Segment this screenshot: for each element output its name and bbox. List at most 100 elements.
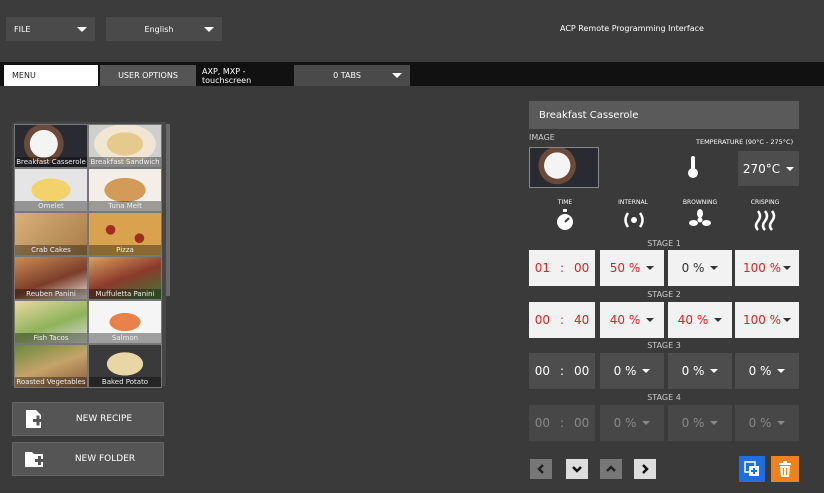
recipe-tile[interactable]: Pizza xyxy=(88,212,162,256)
language-value: English xyxy=(144,24,174,34)
stage-label: STAGE 4 xyxy=(647,393,681,402)
time-field[interactable]: 00 : 00 xyxy=(529,353,595,389)
copy-recipe-button[interactable] xyxy=(739,456,765,482)
browning-select[interactable]: 0 % xyxy=(668,353,732,389)
recipe-tile[interactable]: Breakfast Casserole xyxy=(14,124,88,168)
move-left-button[interactable] xyxy=(530,459,552,479)
recipe-label: Muffuletta Panini xyxy=(89,289,161,299)
internal-header: INTERNAL xyxy=(618,199,648,206)
recipe-image[interactable] xyxy=(529,147,599,188)
browning-value: 40 % xyxy=(677,313,709,327)
stage-label: STAGE 1 xyxy=(647,239,681,248)
trash-icon xyxy=(779,461,791,477)
language-select[interactable]: English xyxy=(106,17,222,41)
new-recipe-label: NEW RECIPE xyxy=(75,414,133,424)
chevron-down-icon xyxy=(783,318,792,322)
chevron-down-icon xyxy=(777,421,786,425)
chevron-down-icon xyxy=(710,421,719,425)
time-minutes: 00 xyxy=(534,313,550,327)
chevron-down-icon xyxy=(710,266,719,270)
internal-value: 0 % xyxy=(613,364,637,378)
tab-user-options[interactable]: USER OPTIONS xyxy=(100,65,196,86)
chevron-down-icon xyxy=(642,369,651,373)
recipe-tile[interactable]: Breakfast Sandwich xyxy=(88,124,162,168)
time-field[interactable]: 01 : 00 xyxy=(529,250,595,286)
browning-select[interactable]: 0 % xyxy=(668,405,732,441)
recipe-tile[interactable]: Muffuletta Panini xyxy=(88,256,162,300)
recipe-label: Tuna Melt xyxy=(89,201,161,211)
delete-recipe-button[interactable] xyxy=(771,456,799,482)
temperature-select[interactable]: 270°C xyxy=(738,151,799,186)
chevron-down-icon xyxy=(786,166,795,171)
file-menu[interactable]: FILE xyxy=(6,17,95,41)
recipe-name[interactable]: Breakfast Casserole xyxy=(529,101,799,129)
internal-select[interactable]: 50 % xyxy=(600,250,664,286)
crisping-header: CRISPING xyxy=(750,199,780,206)
recipe-tile[interactable]: Salmon xyxy=(88,300,162,344)
tabs-select-value: 0 TABS xyxy=(333,71,361,80)
new-folder-button[interactable]: NEW FOLDER xyxy=(12,442,164,476)
crisping-value: 100 % xyxy=(742,261,782,275)
crisping-value: 100 % xyxy=(742,313,782,327)
crisping-select[interactable]: 100 % xyxy=(735,250,799,286)
time-seconds: 00 xyxy=(574,261,590,275)
internal-select[interactable]: 0 % xyxy=(600,353,664,389)
browning-value: 0 % xyxy=(681,364,705,378)
move-right-button[interactable] xyxy=(634,459,656,479)
browning-header: BROWNING xyxy=(682,199,718,206)
move-down-button[interactable] xyxy=(566,459,588,479)
device-label: AXP, MXP - touchscreen xyxy=(202,66,252,85)
move-up-button[interactable] xyxy=(600,459,622,479)
chevron-down-icon xyxy=(646,318,655,322)
recipe-label: Salmon xyxy=(89,333,161,343)
time-minutes: 00 xyxy=(534,364,550,378)
recipe-grid: Breakfast Casserole Breakfast Sandwich O… xyxy=(12,122,166,388)
recipe-label: Crab Cakes xyxy=(15,245,87,255)
recipe-label: Fish Tacos xyxy=(15,333,87,343)
grid-scrollbar[interactable] xyxy=(166,124,170,296)
image-label: IMAGE xyxy=(529,133,555,142)
recipe-tile[interactable]: Fish Tacos xyxy=(14,300,88,344)
new-folder-icon xyxy=(25,452,44,467)
chevron-down-icon xyxy=(714,318,723,322)
chevron-right-icon xyxy=(642,464,649,474)
recipe-label: Breakfast Casserole xyxy=(15,157,87,167)
recipe-tile[interactable]: Tuna Melt xyxy=(88,168,162,212)
recipe-tile[interactable]: Roasted Vegetables xyxy=(14,344,88,388)
timer-icon xyxy=(555,209,575,231)
crisping-heat-icon xyxy=(754,209,776,231)
tab-menu[interactable]: MENU xyxy=(4,65,98,86)
internal-select[interactable]: 40 % xyxy=(600,302,664,338)
recipe-label: Baked Potato xyxy=(89,377,161,387)
crisping-select[interactable]: 100 % xyxy=(735,302,799,338)
stage-label: STAGE 2 xyxy=(647,290,681,299)
recipe-label: Pizza xyxy=(89,245,161,255)
time-field[interactable]: 00 : 40 xyxy=(529,302,595,338)
time-field[interactable]: 00 : 00 xyxy=(529,405,595,441)
recipe-tile[interactable]: Reuben Panini xyxy=(14,256,88,300)
fan-icon xyxy=(688,209,712,231)
recipe-tile[interactable]: Omelet xyxy=(14,168,88,212)
crisping-select[interactable]: 0 % xyxy=(735,405,799,441)
new-recipe-button[interactable]: NEW RECIPE xyxy=(12,402,164,436)
tabs-select[interactable]: 0 TABS xyxy=(294,65,410,86)
internal-select[interactable]: 0 % xyxy=(600,405,664,441)
recipe-label: Breakfast Sandwich xyxy=(89,157,161,167)
time-minutes: 01 xyxy=(534,261,550,275)
thermometer-icon xyxy=(686,155,700,179)
new-folder-label: NEW FOLDER xyxy=(74,454,136,464)
internal-value: 50 % xyxy=(609,261,641,275)
internal-value: 40 % xyxy=(609,313,641,327)
recipe-tile[interactable]: Baked Potato xyxy=(88,344,162,388)
time-separator: : xyxy=(559,416,565,430)
browning-select[interactable]: 40 % xyxy=(668,302,732,338)
copy-icon xyxy=(744,461,759,476)
crisping-select[interactable]: 0 % xyxy=(735,353,799,389)
chevron-up-icon xyxy=(606,465,616,472)
time-seconds: 40 xyxy=(574,313,590,327)
recipe-tile[interactable]: Crab Cakes xyxy=(14,212,88,256)
chevron-down-icon xyxy=(77,26,87,32)
browning-select[interactable]: 0 % xyxy=(668,250,732,286)
app-title: ACP Remote Programming Interface xyxy=(560,24,704,33)
chevron-down-icon xyxy=(777,369,786,373)
